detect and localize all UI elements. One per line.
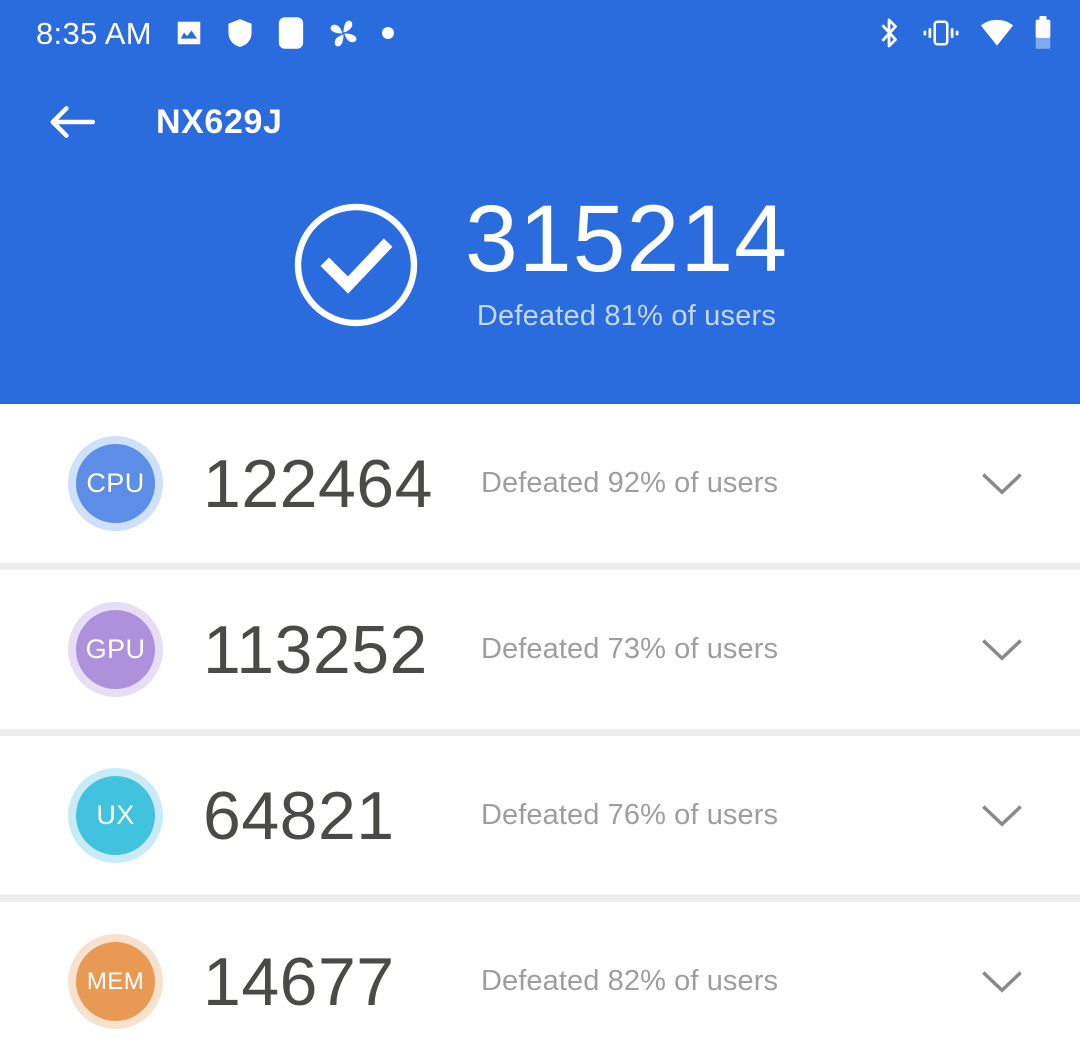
- chevron-down-icon: [982, 804, 1022, 827]
- badge-label-cpu: CPU: [76, 444, 155, 523]
- score-row-mem[interactable]: MEM 14677 Defeated 82% of users: [0, 902, 1080, 1061]
- check-circle-icon: [294, 203, 418, 327]
- total-score-value: 315214: [464, 186, 788, 292]
- score-row-ux[interactable]: UX 64821 Defeated 76% of users: [0, 736, 1080, 895]
- rounded-square-icon: [278, 17, 303, 49]
- battery-icon: [1035, 16, 1051, 49]
- chevron-down-icon: [982, 472, 1022, 495]
- page-title: NX629J: [156, 102, 283, 141]
- bluetooth-icon: [881, 18, 897, 48]
- score-value-cpu: 122464: [203, 445, 433, 522]
- avatar: CPU: [68, 436, 163, 531]
- expand-button-cpu[interactable]: [976, 458, 1028, 510]
- badge-label-mem: MEM: [76, 942, 155, 1021]
- chevron-down-icon: [982, 638, 1022, 661]
- chevron-down-icon: [982, 970, 1022, 993]
- expand-button-mem[interactable]: [976, 956, 1028, 1008]
- score-value-gpu: 113252: [203, 611, 428, 688]
- score-subtitle-cpu: Defeated 92% of users: [481, 467, 779, 499]
- pinwheel-icon: [330, 20, 357, 46]
- status-clock: 8:35 AM: [36, 15, 152, 51]
- arrow-left-icon: [50, 106, 96, 138]
- score-subtitle-ux: Defeated 76% of users: [481, 799, 779, 831]
- vibrate-icon: [923, 20, 959, 46]
- expand-button-gpu[interactable]: [976, 624, 1028, 676]
- status-bar-left: 8:35 AM: [36, 16, 395, 50]
- badge-label-gpu: GPU: [76, 610, 155, 689]
- benchmark-result-screen: 8:35 AM NX629J 315214 Defeated 81% of us…: [0, 0, 1080, 1061]
- dot-icon: [381, 27, 394, 39]
- header-panel: 8:35 AM NX629J 315214 Defeated 81% of us…: [0, 0, 1080, 404]
- score-row-cpu[interactable]: CPU 122464 Defeated 92% of users: [0, 404, 1080, 563]
- total-score-block: 315214 Defeated 81% of users: [0, 186, 1080, 333]
- photo-icon: [177, 21, 201, 45]
- badge-label-ux: UX: [76, 776, 155, 855]
- wifi-icon: [980, 19, 1014, 46]
- app-bar: NX629J: [0, 78, 1080, 166]
- avatar: UX: [68, 768, 163, 863]
- status-bar-right: [876, 16, 1052, 50]
- score-value-ux: 64821: [203, 777, 395, 854]
- score-row-gpu[interactable]: GPU 113252 Defeated 73% of users: [0, 570, 1080, 729]
- shield-icon: [228, 19, 252, 47]
- status-bar: 8:35 AM: [0, 0, 1080, 66]
- back-button[interactable]: [44, 94, 100, 150]
- score-subtitle-gpu: Defeated 73% of users: [481, 633, 779, 665]
- score-value-mem: 14677: [203, 943, 395, 1020]
- total-score-subtitle: Defeated 81% of users: [476, 300, 777, 333]
- score-list: CPU 122464 Defeated 92% of users GPU 113…: [0, 404, 1080, 1061]
- expand-button-ux[interactable]: [976, 790, 1028, 842]
- avatar: MEM: [68, 934, 163, 1029]
- score-subtitle-mem: Defeated 82% of users: [481, 965, 779, 997]
- avatar: GPU: [68, 602, 163, 697]
